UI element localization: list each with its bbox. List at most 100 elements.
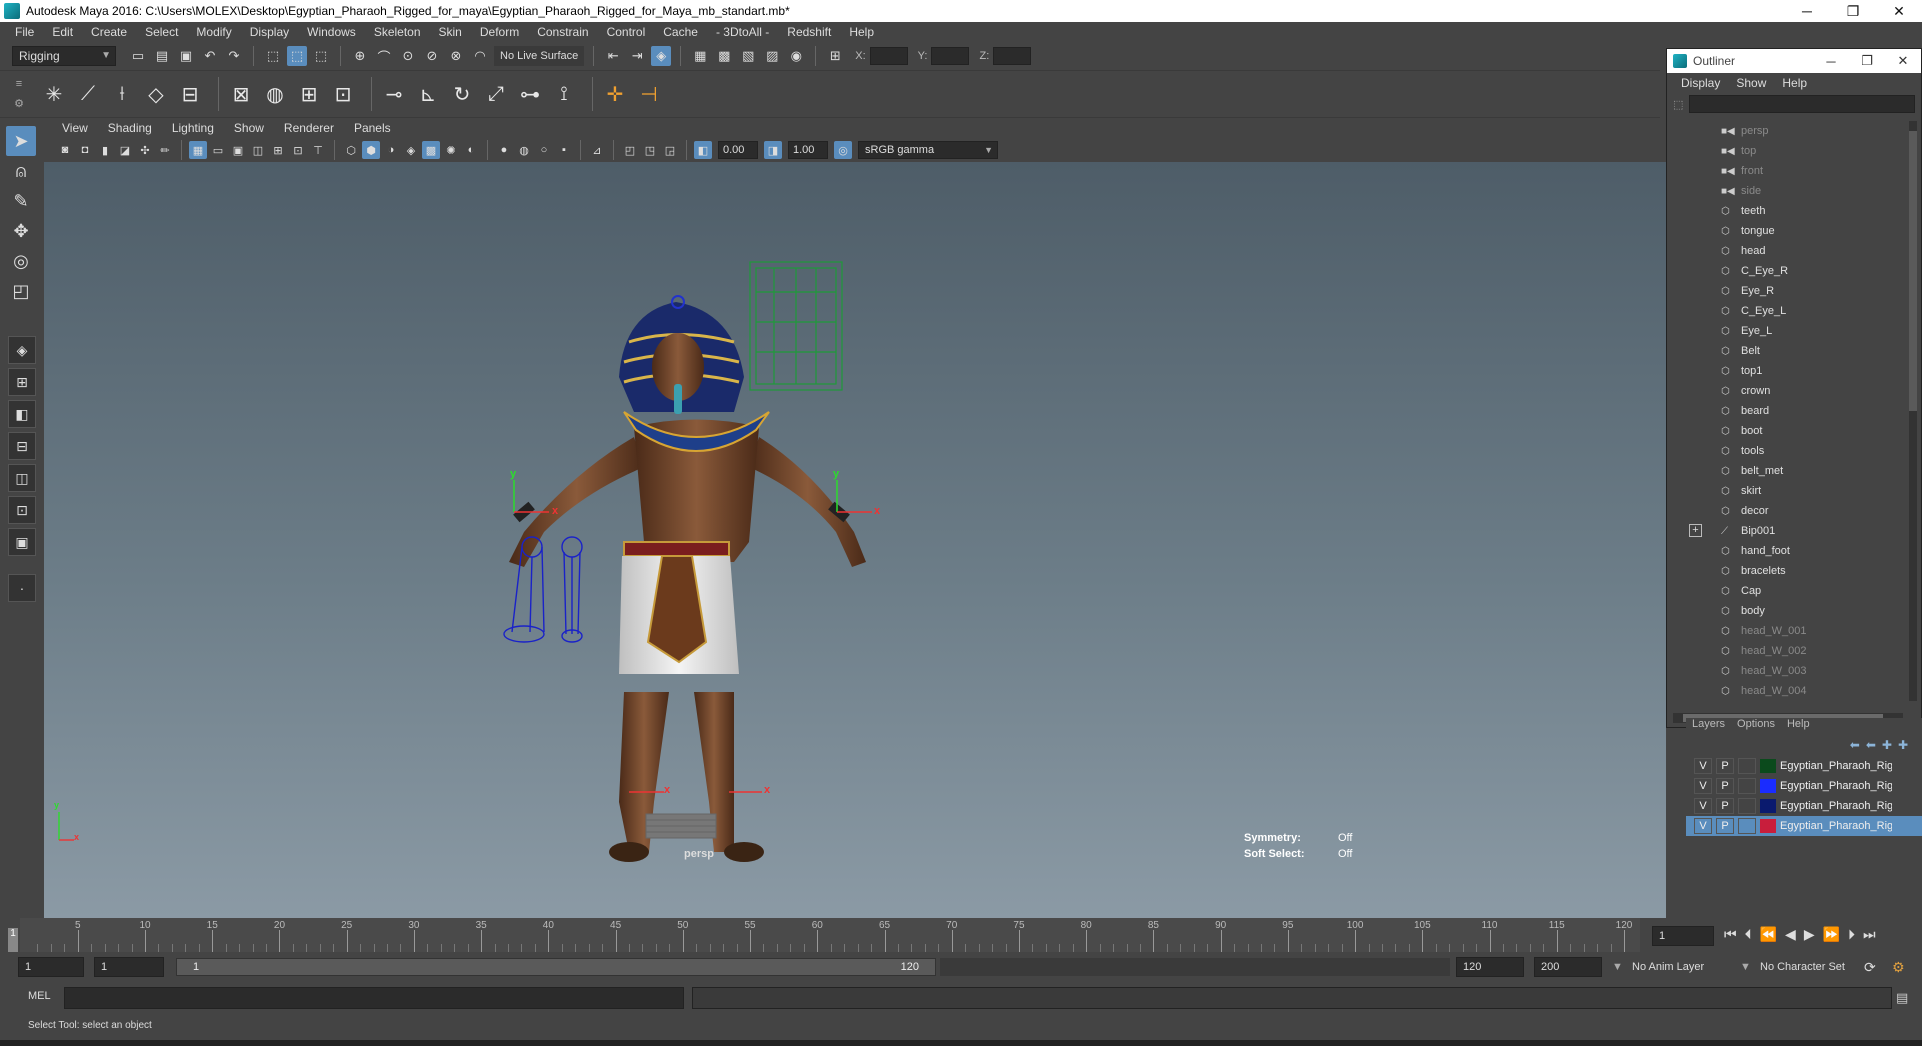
aim-constraint-icon[interactable]: ⊾ <box>414 79 442 109</box>
go-to-start-icon[interactable]: ⏮ <box>1724 926 1737 943</box>
locator-icon[interactable]: ✛ <box>601 79 629 109</box>
command-language-toggle[interactable]: MEL <box>28 990 51 1002</box>
step-back-key-icon[interactable]: ⏪ <box>1760 926 1777 943</box>
outliner-item[interactable]: ⬡ crown <box>1671 381 1903 401</box>
use-all-lights-icon[interactable]: ✺ <box>442 141 460 159</box>
hypershade-icon[interactable]: ◉ <box>786 46 806 66</box>
scale-tool-icon[interactable]: ◰ <box>6 276 36 306</box>
outliner-item[interactable]: ■◀ front <box>1671 161 1903 181</box>
lasso-tool-icon[interactable]: ⍝ <box>6 156 36 186</box>
new-layer-icon[interactable]: ✚ <box>1882 738 1892 752</box>
exposure-input[interactable]: 0.00 <box>718 141 758 159</box>
snap-grid-icon[interactable]: ⊕ <box>350 46 370 66</box>
select-tool-icon[interactable]: ➤ <box>6 126 36 156</box>
outliner-item[interactable]: ■◀ side <box>1671 181 1903 201</box>
snap-curve-icon[interactable]: ⌒ <box>374 46 394 66</box>
outliner-item[interactable]: ⬡ teeth <box>1671 201 1903 221</box>
output-ops-icon[interactable]: ⇥ <box>627 46 647 66</box>
view-transform-dropdown[interactable]: sRGB gamma ▼ <box>858 141 998 159</box>
snap-magnet-icon[interactable]: ◠ <box>470 46 490 66</box>
outliner-close-button[interactable]: ✕ <box>1885 53 1921 69</box>
safe-action-icon[interactable]: ⊡ <box>289 141 307 159</box>
outliner-item[interactable]: ⬡ C_Eye_L <box>1671 301 1903 321</box>
script-editor-icon[interactable]: ▤ <box>1896 990 1908 1006</box>
menu-3dtoall[interactable]: - 3DtoAll - <box>707 22 778 42</box>
film-gate-icon[interactable]: ▭ <box>209 141 227 159</box>
layer-visibility-toggle[interactable]: V <box>1694 778 1712 794</box>
go-to-end-icon[interactable]: ⏭ <box>1863 926 1876 943</box>
wireframe-icon[interactable]: ⬡ <box>342 141 360 159</box>
isolate-select-icon[interactable]: ⊿ <box>588 141 606 159</box>
outliner-item[interactable]: ⬡ body <box>1671 601 1903 621</box>
image-plane-icon[interactable]: ◪ <box>116 141 134 159</box>
outliner-item[interactable]: ⬡ head <box>1671 241 1903 261</box>
menu-deform[interactable]: Deform <box>471 22 528 42</box>
camera-attributes-icon[interactable]: ◘ <box>76 141 94 159</box>
select-object-icon[interactable]: ⬚ <box>287 46 307 66</box>
layer-row[interactable]: V P Egyptian_Pharaoh_Rig <box>1686 796 1922 816</box>
cluster-icon[interactable]: ⊡ <box>329 79 357 109</box>
ik-spline-icon[interactable]: ⟊ <box>108 79 136 109</box>
outliner-menu-display[interactable]: Display <box>1673 76 1728 90</box>
panel-menu-panels[interactable]: Panels <box>344 121 401 135</box>
select-component-icon[interactable]: ⬚ <box>311 46 331 66</box>
paint-weights-icon[interactable]: ◍ <box>261 79 289 109</box>
panel-menu-show[interactable]: Show <box>224 121 274 135</box>
outliner-item[interactable]: ⬡ Eye_L <box>1671 321 1903 341</box>
auto-key-icon[interactable]: ⟳ <box>1864 957 1876 977</box>
outliner-item[interactable]: ⬡ tongue <box>1671 221 1903 241</box>
layer-visibility-toggle[interactable]: V <box>1694 818 1712 834</box>
menu-control[interactable]: Control <box>598 22 655 42</box>
outliner-minimize-button[interactable]: ─ <box>1813 54 1849 69</box>
pole-vector-icon[interactable]: ⟟ <box>550 79 578 109</box>
layer-row[interactable]: V P Egyptian_Pharaoh_Rig <box>1686 776 1922 796</box>
panel-menu-view[interactable]: View <box>52 121 98 135</box>
smooth-shade-icon[interactable]: ⬢ <box>362 141 380 159</box>
insert-joint-icon[interactable]: ◇ <box>142 79 170 109</box>
menu-skin[interactable]: Skin <box>430 22 471 42</box>
paint-select-tool-icon[interactable]: ✎ <box>6 186 36 216</box>
chevron-down-icon[interactable]: ▼ <box>1612 957 1623 977</box>
outliner-layout-icon[interactable]: ⊡ <box>8 496 36 524</box>
snap-view-icon[interactable]: ⊘ <box>422 46 442 66</box>
xray-components-icon[interactable]: ◲ <box>661 141 679 159</box>
menu-select[interactable]: Select <box>136 22 187 42</box>
current-frame-input[interactable]: 1 <box>1652 926 1714 946</box>
scale-constraint-icon[interactable]: ⤢ <box>482 79 510 109</box>
safe-title-icon[interactable]: ⊤ <box>309 141 327 159</box>
xray-joints-icon[interactable]: ◳ <box>641 141 659 159</box>
outliner-item[interactable]: ■◀ persp <box>1671 121 1903 141</box>
playback-end-input[interactable]: 120 <box>1456 957 1524 977</box>
multisample-aa-icon[interactable]: ○ <box>535 141 553 159</box>
layer-playback-toggle[interactable]: P <box>1716 798 1734 814</box>
playback-start-input[interactable]: 1 <box>94 957 164 977</box>
outliner-item[interactable]: ⬡ beard <box>1671 401 1903 421</box>
command-input[interactable] <box>64 987 684 1009</box>
move-layer-down-icon[interactable]: ⬅ <box>1866 738 1876 752</box>
menu-file[interactable]: File <box>6 22 43 42</box>
panel-menu-renderer[interactable]: Renderer <box>274 121 344 135</box>
select-camera-icon[interactable]: ◙ <box>56 141 74 159</box>
step-back-frame-icon[interactable]: ⏴ <box>1745 926 1752 943</box>
shadows-icon[interactable]: ◐ <box>462 141 480 159</box>
outliner-item[interactable]: ⬡ bracelets <box>1671 561 1903 581</box>
shelf-menu-button[interactable]: ≡ ⚙ <box>10 74 28 114</box>
bookmark-icon[interactable]: ▮ <box>96 141 114 159</box>
orient-constraint-icon[interactable]: ↻ <box>448 79 476 109</box>
x-input[interactable] <box>869 47 908 65</box>
outliner-search-input[interactable] <box>1689 95 1915 113</box>
layer-color-swatch[interactable] <box>1760 799 1776 813</box>
filter-icon[interactable]: ⬚ <box>1673 98 1683 111</box>
custom-layout-icon[interactable]: ▣ <box>8 528 36 556</box>
menu-windows[interactable]: Windows <box>298 22 365 42</box>
transform-mode-icon[interactable]: ⊞ <box>825 46 845 66</box>
outliner-item[interactable]: ⬡ head_W_001 <box>1671 621 1903 641</box>
field-chart-icon[interactable]: ⊞ <box>269 141 287 159</box>
outliner-menu-help[interactable]: Help <box>1774 76 1815 90</box>
save-scene-icon[interactable]: ▣ <box>176 46 196 66</box>
current-time-marker[interactable]: 1 <box>8 928 18 952</box>
outliner-menu-show[interactable]: Show <box>1728 76 1774 90</box>
layer-row[interactable]: V P Egyptian_Pharaoh_Rig <box>1686 816 1922 836</box>
outliner-item[interactable]: ⬡ Belt <box>1671 341 1903 361</box>
outliner-maximize-button[interactable]: ❐ <box>1849 53 1885 69</box>
